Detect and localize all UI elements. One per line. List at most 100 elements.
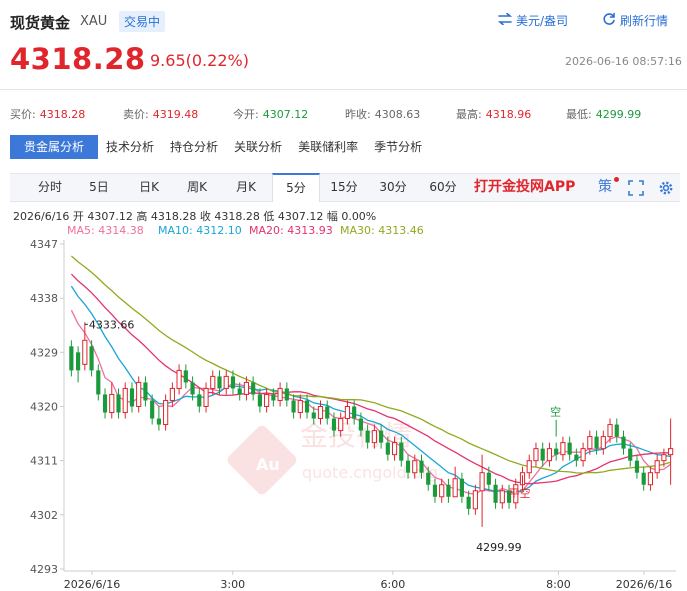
tab-correlation-analysis[interactable]: 关联分析 <box>226 135 290 159</box>
candle-body <box>540 448 545 461</box>
instrument-code: XAU <box>80 14 108 29</box>
ma10-line <box>70 285 671 494</box>
candle-body <box>391 442 398 456</box>
candle-body <box>533 448 539 462</box>
candle-body <box>243 381 250 395</box>
candle <box>223 370 229 395</box>
candle <box>304 394 310 419</box>
swap-icon <box>497 12 513 28</box>
quote-ask: 卖价: 4319.48 <box>123 108 199 121</box>
candle-body <box>546 448 553 462</box>
candle-body <box>567 442 572 455</box>
candle <box>634 454 640 479</box>
candle <box>452 466 458 498</box>
candle-body <box>399 442 404 461</box>
candle-body <box>122 387 128 414</box>
candle <box>284 382 289 407</box>
tab-period-daily[interactable]: 日K <box>125 174 173 201</box>
candle <box>69 340 74 377</box>
candle-body <box>607 424 613 438</box>
candle-body <box>176 369 182 389</box>
tab-period-5min[interactable]: 5分 <box>272 173 320 202</box>
x-tick-label: 2026/6/16 <box>64 578 120 591</box>
candle <box>203 382 209 413</box>
candlestick-chart[interactable]: Au 金投行情 quote.cngold.org 4347 4338 4329 432… <box>0 236 687 591</box>
candle <box>446 478 451 503</box>
candle <box>122 382 128 419</box>
svg-text:Au: Au <box>256 455 280 474</box>
refresh-quotes-button[interactable]: 刷新行情 <box>602 12 668 29</box>
tab-period-30min[interactable]: 30分 <box>370 174 416 201</box>
settings-icon[interactable] <box>658 180 674 200</box>
refresh-quotes-label: 刷新行情 <box>620 14 669 28</box>
candle-body <box>96 370 101 395</box>
strategy-button[interactable]: 策 <box>598 174 619 201</box>
candle <box>136 376 142 413</box>
candle <box>466 490 471 515</box>
candle-body <box>76 352 81 371</box>
price-change: 9.65(0.22%) <box>150 51 249 70</box>
candle-body <box>439 484 445 498</box>
tab-period-weekly[interactable]: 周K <box>173 174 221 201</box>
open-app-link[interactable]: 打开金投网APP <box>474 176 575 196</box>
candle-body <box>331 418 337 431</box>
candle-body <box>371 430 377 444</box>
quote-high: 最高: 4318.96 <box>456 108 532 121</box>
candle <box>264 388 270 413</box>
candle-body <box>116 394 121 413</box>
candle-body <box>304 400 310 413</box>
candle-body <box>251 382 256 395</box>
candle-body <box>574 454 579 461</box>
candle <box>614 418 619 443</box>
candle <box>574 448 579 467</box>
x-tick-label: 6:00 <box>380 578 405 591</box>
candle-body <box>190 382 195 395</box>
tab-period-15min[interactable]: 15分 <box>321 174 367 201</box>
candle-body <box>297 399 303 414</box>
tab-technical-analysis[interactable]: 技术分析 <box>98 135 162 159</box>
y-tick-label: 4338 <box>30 292 58 305</box>
candle-body <box>264 393 270 407</box>
candle <box>654 454 660 479</box>
candle <box>251 376 256 401</box>
candle-body <box>291 400 296 413</box>
candle-body <box>486 472 491 485</box>
tab-seasonal-analysis[interactable]: 季节分析 <box>366 135 430 159</box>
candle-body <box>143 382 148 401</box>
candle <box>183 364 188 389</box>
candle-body <box>661 454 667 462</box>
currency-unit-button[interactable]: 美元/盎司 <box>497 12 568 29</box>
fullscreen-icon[interactable] <box>628 180 644 200</box>
candle-body <box>129 388 135 407</box>
tab-period-60min[interactable]: 60分 <box>420 174 466 201</box>
x-tick-label: 2026/6/16 <box>616 578 672 591</box>
candle-body <box>102 394 108 413</box>
tab-period-monthly[interactable]: 月K <box>222 174 270 201</box>
tab-period-intraday[interactable]: 分时 <box>24 174 76 201</box>
candle <box>560 436 566 461</box>
candle-body <box>600 436 606 450</box>
candle-body <box>358 418 363 431</box>
candle-body <box>668 448 674 456</box>
candle-body <box>277 387 283 401</box>
tab-position-analysis[interactable]: 持仓分析 <box>162 135 226 159</box>
tab-fed-rate[interactable]: 美联储利率 <box>290 135 366 159</box>
candle <box>641 466 646 491</box>
candle-body <box>419 460 424 473</box>
notification-dot <box>614 177 619 182</box>
y-tick-label: 4347 <box>30 238 58 251</box>
candle-body <box>82 339 88 365</box>
tab-precious-metal-analysis[interactable]: 贵金属分析 <box>10 135 99 159</box>
analysis-tabs: 贵金属分析 技术分析 持仓分析 关联分析 美联储利率 季节分析 <box>10 135 430 159</box>
candle-body <box>379 430 384 443</box>
short-open-marker: 空 <box>550 405 561 419</box>
tab-period-5day[interactable]: 5日 <box>76 174 122 201</box>
candle <box>554 442 559 461</box>
candle <box>493 478 498 509</box>
status-badge: 交易中 <box>119 11 166 32</box>
candle-body <box>257 394 262 407</box>
candle-body <box>446 484 451 497</box>
y-tick-label: 4311 <box>30 455 58 468</box>
candle <box>526 454 532 479</box>
quote-timestamp: 2026-06-16 08:57:16 <box>565 55 682 68</box>
